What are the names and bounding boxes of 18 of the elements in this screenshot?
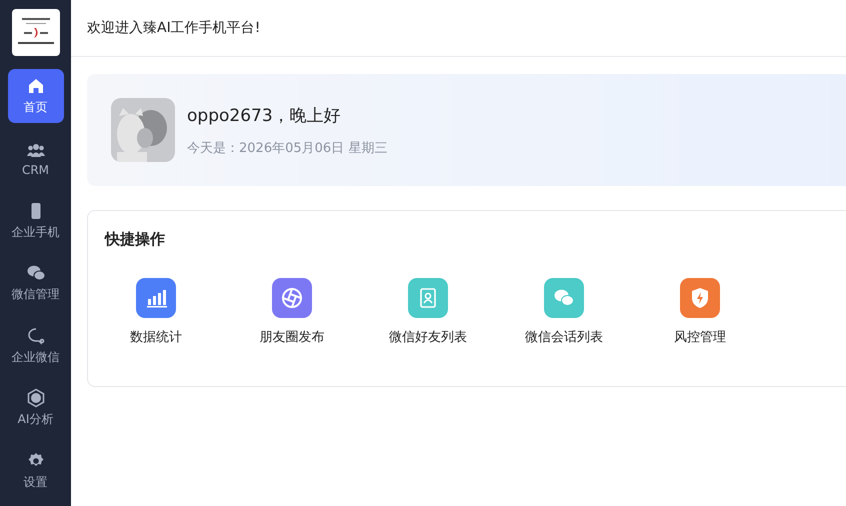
logo-icon xyxy=(12,9,60,56)
nav-item[interactable]: 首页 xyxy=(8,68,64,124)
quick-action[interactable]: 朋友圈发布 xyxy=(224,278,360,346)
quick-action[interactable]: 风控管理 xyxy=(632,278,768,346)
header-title: 欢迎进入臻AI工作手机平台! xyxy=(87,19,260,37)
nav-item[interactable]: CRM xyxy=(8,131,64,186)
quick-action[interactable]: 微信好友列表 xyxy=(360,278,496,346)
quick-action[interactable]: 数据统计 xyxy=(88,278,224,346)
nav-item[interactable]: 企业微信 xyxy=(8,318,64,374)
quick-action[interactable]: 微信会话列表 xyxy=(496,278,632,346)
section-title: 快捷操作 xyxy=(105,230,165,248)
ai-icon xyxy=(26,388,46,408)
nav-item[interactable]: 微信管理 xyxy=(8,256,64,311)
nav-item[interactable]: 企业手机 xyxy=(8,194,64,248)
greeting-title: oppo2673，晚上好 xyxy=(187,104,342,126)
date-text: 今天是：2026年05月06日 星期三 xyxy=(187,140,388,156)
nav-item[interactable]: AI分析 xyxy=(8,381,64,436)
nav-item[interactable]: 设置 xyxy=(8,444,64,498)
